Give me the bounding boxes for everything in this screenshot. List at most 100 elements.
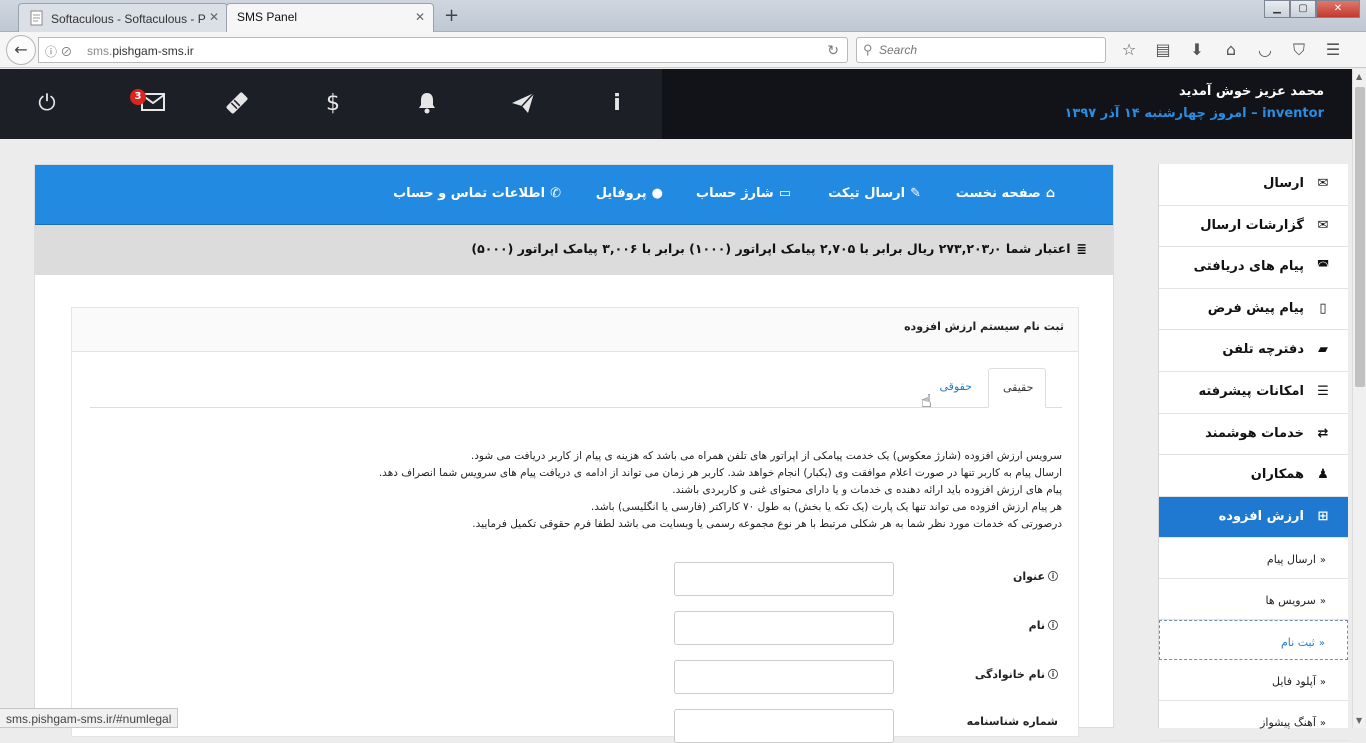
field-last-name: ⓘنام خانوادگی <box>674 660 1074 694</box>
scrollbar-thumb[interactable] <box>1355 87 1365 387</box>
site-header: محمد عزیز خوش آمدید inventor – امروز چها… <box>0 69 1352 139</box>
field-label: شماره شناسنامه <box>966 715 1058 728</box>
page-icon <box>29 10 45 26</box>
date-text: امروز چهارشنبه ۱۴ آذر ۱۳۹۷ <box>1064 106 1247 121</box>
power-icon[interactable]: ⏻ <box>32 91 62 116</box>
last-name-input[interactable] <box>674 660 894 694</box>
title-input[interactable] <box>674 562 894 596</box>
field-label: ⓘنام خانوادگی <box>974 668 1058 681</box>
user-date-line: inventor – امروز چهارشنبه ۱۴ آذر ۱۳۹۷ <box>1064 106 1325 121</box>
new-tab-icon[interactable]: + <box>444 5 459 26</box>
close-icon[interactable]: ✕ <box>209 10 219 24</box>
pocket-icon[interactable]: ◡ <box>1248 40 1282 60</box>
main-panel: ⌂صفحه نخست ✎ارسال تیکت ▭شارژ حساب ●پروفا… <box>34 164 1114 743</box>
user-greeting-area: محمد عزیز خوش آمدید inventor – امروز چها… <box>662 69 1352 139</box>
person-type-tabs: حقیقی حقوقی <box>90 368 1062 408</box>
download-icon[interactable]: ⬇ <box>1180 40 1214 60</box>
sidebar-item-phonebook[interactable]: ▰دفترچه تلفن <box>1159 330 1348 372</box>
field-title: ⓘعنوان <box>674 562 1074 596</box>
retweet-icon: ⇄ <box>1317 425 1329 441</box>
user-icon: ● <box>651 186 663 201</box>
maximize-icon[interactable]: ▢ <box>1290 0 1316 18</box>
reload-icon[interactable]: ↻ <box>827 42 839 59</box>
tab-real-person[interactable]: حقیقی <box>988 368 1046 408</box>
sidebar-subitem-upload-file[interactable]: «آپلود فایل <box>1159 660 1348 701</box>
database-icon: ≣ <box>1076 241 1087 256</box>
info-circle-icon: ⓘ <box>1048 670 1058 681</box>
info-icon[interactable]: i <box>602 91 632 116</box>
minimize-icon[interactable]: ▁ <box>1264 0 1290 18</box>
status-url: sms.pishgam-sms.ir/#numlegal <box>0 708 179 728</box>
credit-card-icon: ▭ <box>778 186 791 201</box>
user-icon: ♟ <box>1317 467 1329 483</box>
chevron-left-icon: « <box>1319 677 1326 689</box>
sidebar-item-send-reports[interactable]: ✉گزارشات ارسال <box>1159 206 1348 248</box>
sidebar-item-value-added[interactable]: ⊞ارزش افزوده <box>1159 496 1348 539</box>
url-text: sms.pishgam-sms.ir <box>87 44 194 58</box>
chevron-left-icon: « <box>1318 637 1325 649</box>
menu-icon[interactable]: ☰ <box>1316 40 1350 60</box>
field-label: ⓘنام <box>1028 619 1058 632</box>
nav-profile[interactable]: ●پروفایل <box>596 186 663 201</box>
browser-tab-sms-panel[interactable]: SMS Panel ✕ <box>226 3 434 32</box>
browser-tab-softaculous[interactable]: Softaculous - Softaculous - P ✕ <box>18 3 228 32</box>
sidebar-item-advanced[interactable]: ☰امکانات پیشرفته <box>1159 372 1348 414</box>
dollar-icon[interactable]: $ <box>318 91 348 116</box>
ticket-icon: ✎ <box>910 186 921 201</box>
nav-contact-info[interactable]: ✆اطلاعات تماس و حساب <box>393 186 561 201</box>
inbox-icon: ◚ <box>1316 259 1330 275</box>
chevron-left-icon: « <box>1319 717 1326 729</box>
site-info-icon[interactable]: ⓘ ⊘ <box>45 43 72 60</box>
search-input[interactable] <box>879 42 1099 58</box>
home-icon[interactable]: ⌂ <box>1214 40 1248 60</box>
sidebar-subitem-services[interactable]: «سرویس ها <box>1159 579 1348 620</box>
envelope-icon: ✉ <box>1317 176 1329 191</box>
bell-icon[interactable] <box>412 91 442 121</box>
close-icon[interactable]: ✕ <box>415 10 425 24</box>
search-bar[interactable]: ⚲ <box>856 37 1106 63</box>
nav-send-ticket[interactable]: ✎ارسال تیکت <box>828 186 921 201</box>
service-description: سرویس ارزش افزوده (شارژ معکوس) یک خدمت پ… <box>162 448 1062 533</box>
file-icon: ▯ <box>1319 300 1327 316</box>
page-scrollbar[interactable]: ▲ ▼ <box>1352 69 1366 728</box>
sidebar-subitem-send-message[interactable]: «ارسال پیام <box>1159 538 1348 579</box>
sidebar-item-colleagues[interactable]: ♟همکاران <box>1159 455 1348 497</box>
tab-title: SMS Panel <box>237 10 298 24</box>
window-close-icon[interactable]: ✕ <box>1316 0 1360 18</box>
sidebar-item-default-message[interactable]: ▯پیام پیش فرض <box>1159 289 1348 331</box>
register-form-card: ثبت نام سیستم ارزش افزوده حقیقی حقوقی سر… <box>71 307 1079 743</box>
sidebar: ✉ارسال ✉گزارشات ارسال ◚پیام های دریافتی … <box>1158 164 1348 742</box>
bookmark-star-icon[interactable]: ☆ <box>1112 40 1146 60</box>
chevron-left-icon: « <box>1319 555 1326 567</box>
envelope-open-icon: ✉ <box>1317 217 1329 233</box>
ticket-icon[interactable] <box>222 91 252 121</box>
welcome-text: محمد عزیز خوش آمدید <box>1178 84 1324 99</box>
scroll-up-icon[interactable]: ▲ <box>1356 72 1362 81</box>
sidebar-item-send[interactable]: ✉ارسال <box>1159 164 1348 206</box>
description-line: درصورتی که خدمات مورد نظر شما به هر شکلی… <box>472 518 1062 530</box>
server-icon: ☰ <box>1317 383 1329 399</box>
extension-icon[interactable]: ⛉ <box>1282 40 1316 60</box>
info-circle-icon: ⓘ <box>1048 621 1058 632</box>
url-bar[interactable]: ⓘ ⊘ sms.pishgam-sms.ir ↻ <box>38 37 848 63</box>
description-line: ارسال پیام به کاربر تنها در صورت اعلام م… <box>378 467 1062 479</box>
reading-list-icon[interactable]: ▤ <box>1146 40 1180 60</box>
sidebar-item-inbox[interactable]: ◚پیام های دریافتی <box>1159 247 1348 289</box>
credit-balance: ≣اعتبار شما ۲۷۳,۲۰۳٫۰ ریال برابر با ۲,۷۰… <box>35 225 1113 275</box>
id-number-input[interactable] <box>674 709 894 743</box>
tab-legal-person[interactable]: حقوقی <box>926 368 986 408</box>
username: inventor <box>1262 106 1324 121</box>
browser-tabbar: Softaculous - Softaculous - P ✕ SMS Pane… <box>0 0 1366 32</box>
sidebar-subitem-register[interactable]: «ثبت نام <box>1159 619 1348 661</box>
paper-plane-icon[interactable] <box>508 91 538 121</box>
sidebar-item-smart-services[interactable]: ⇄خدمات هوشمند <box>1159 414 1348 456</box>
back-icon[interactable]: ← <box>6 35 36 65</box>
scroll-down-icon[interactable]: ▼ <box>1356 716 1362 725</box>
window-controls: ▁ ▢ ✕ <box>1264 0 1360 18</box>
chevron-left-icon: « <box>1319 595 1326 607</box>
nav-home[interactable]: ⌂صفحه نخست <box>956 186 1055 201</box>
first-name-input[interactable] <box>674 611 894 645</box>
nav-charge-account[interactable]: ▭شارژ حساب <box>696 186 791 201</box>
sidebar-subitem-ringback-tone[interactable]: «آهنگ پیشواز <box>1159 701 1348 742</box>
browser-navbar: ← ⓘ ⊘ sms.pishgam-sms.ir ↻ ⚲ ☆ ▤ ⬇ ⌂ ◡ ⛉… <box>0 32 1366 68</box>
